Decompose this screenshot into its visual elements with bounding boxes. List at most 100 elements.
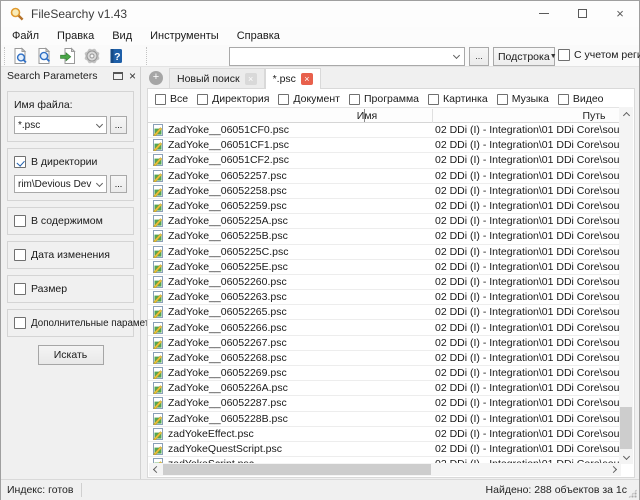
type-filter-checkbox[interactable]: [428, 94, 439, 105]
search-button[interactable]: Искать: [38, 345, 104, 365]
file-name: ZadYoke__06052258.psc: [168, 185, 287, 197]
vertical-scrollbar-thumb[interactable]: [620, 407, 632, 449]
menu-item-4[interactable]: Справка: [228, 28, 289, 44]
tab-close-icon[interactable]: ×: [301, 73, 313, 85]
table-row[interactable]: ZadYoke__06052267.psc 02 DDi (I) - Integ…: [148, 336, 620, 351]
menu-item-3[interactable]: Инструменты: [141, 28, 228, 44]
menu-item-1[interactable]: Правка: [48, 28, 103, 44]
horizontal-scrollbar-thumb[interactable]: [163, 464, 431, 475]
type-filter[interactable]: Видео: [558, 93, 604, 105]
panel-close-icon[interactable]: ×: [129, 71, 136, 81]
column-header-path[interactable]: Путь: [574, 110, 614, 122]
table-row[interactable]: ZadYoke__06051CF0.psc 02 DDi (I) - Integ…: [148, 123, 620, 138]
new-search-button[interactable]: [8, 46, 32, 66]
vertical-scrollbar[interactable]: [619, 107, 633, 464]
column-divider[interactable]: [432, 109, 433, 123]
table-header[interactable]: Имя Путь: [148, 107, 620, 123]
column-header-name[interactable]: Имя: [347, 110, 387, 122]
directory-dropdown-button[interactable]: [92, 176, 106, 193]
table-row[interactable]: ZadYoke__06052259.psc 02 DDi (I) - Integ…: [148, 199, 620, 214]
type-filter-checkbox[interactable]: [155, 94, 166, 105]
scroll-left-icon[interactable]: [149, 463, 162, 476]
table-row[interactable]: zadYokeQuestScript.psc 02 DDi (I) - Inte…: [148, 442, 620, 457]
maximize-button[interactable]: [563, 1, 601, 25]
table-row[interactable]: zadYokeEffect.psc 02 DDi (I) - Integrati…: [148, 427, 620, 442]
type-filter[interactable]: Программа: [349, 93, 419, 105]
script-file-icon: [152, 428, 164, 440]
in-content-checkbox[interactable]: [14, 215, 26, 227]
settings-button[interactable]: [80, 46, 104, 66]
table-row[interactable]: ZadYoke__06052258.psc 02 DDi (I) - Integ…: [148, 184, 620, 199]
help-button[interactable]: ?: [104, 46, 128, 66]
table-row[interactable]: ZadYoke__06052263.psc 02 DDi (I) - Integ…: [148, 290, 620, 305]
table-row[interactable]: ZadYoke__06052269.psc 02 DDi (I) - Integ…: [148, 366, 620, 381]
table-row[interactable]: ZadYoke__0605228B.psc 02 DDi (I) - Integ…: [148, 412, 620, 427]
table-row[interactable]: ZadYoke__06052268.psc 02 DDi (I) - Integ…: [148, 351, 620, 366]
close-button[interactable]: ×: [601, 1, 639, 25]
table-row[interactable]: ZadYoke__06052287.psc 02 DDi (I) - Integ…: [148, 396, 620, 411]
tab-close-icon[interactable]: ×: [245, 73, 257, 85]
type-filter[interactable]: Директория: [197, 93, 269, 105]
search-input[interactable]: [230, 49, 448, 64]
directory-combobox[interactable]: rim\Devious Devices SE 4.3: [14, 175, 107, 193]
scroll-down-icon[interactable]: [619, 450, 633, 464]
export-results-icon: [59, 47, 77, 65]
scroll-right-icon[interactable]: [608, 463, 621, 476]
table-row[interactable]: ZadYoke__0605225E.psc 02 DDi (I) - Integ…: [148, 260, 620, 275]
type-filter[interactable]: Картинка: [428, 93, 488, 105]
float-panel-icon[interactable]: [113, 72, 123, 80]
scroll-up-icon[interactable]: [619, 107, 633, 121]
script-file-icon: [152, 230, 164, 242]
table-row[interactable]: ZadYoke__0605225B.psc 02 DDi (I) - Integ…: [148, 229, 620, 244]
search-in-results-button[interactable]: [32, 46, 56, 66]
type-filter[interactable]: Документ: [278, 93, 340, 105]
type-filter[interactable]: Музыка: [497, 93, 549, 105]
table-row[interactable]: ZadYoke__0605226A.psc 02 DDi (I) - Integ…: [148, 381, 620, 396]
type-filter-checkbox[interactable]: [278, 94, 289, 105]
filename-combobox[interactable]: *.psc: [14, 116, 107, 134]
minimize-button[interactable]: [525, 1, 563, 25]
script-file-icon: [152, 276, 164, 288]
tab-psc[interactable]: *.psc ×: [265, 68, 321, 89]
type-filter-checkbox[interactable]: [558, 94, 569, 105]
horizontal-scrollbar[interactable]: [149, 463, 621, 476]
file-path: 02 DDi (I) - Integration\01 DDi Core\sou…: [432, 322, 620, 334]
file-name: ZadYoke__06052287.psc: [168, 397, 287, 409]
advanced-checkbox[interactable]: [14, 317, 26, 329]
match-mode-select[interactable]: Подстрока ▼: [493, 47, 555, 66]
file-name: ZadYoke__0605225C.psc: [168, 246, 288, 258]
table-row[interactable]: ZadYoke__0605225C.psc 02 DDi (I) - Integ…: [148, 245, 620, 260]
new-tab-button[interactable]: +: [149, 71, 163, 85]
script-file-icon: [152, 397, 164, 409]
filename-browse-button[interactable]: ...: [110, 116, 127, 134]
help-icon: ?: [107, 47, 125, 65]
menu-item-2[interactable]: Вид: [103, 28, 141, 44]
table-row[interactable]: ZadYoke__06051CF2.psc 02 DDi (I) - Integ…: [148, 153, 620, 168]
export-results-button[interactable]: [56, 46, 80, 66]
filename-dropdown-button[interactable]: [92, 117, 106, 134]
case-sensitive-checkbox[interactable]: [558, 49, 570, 61]
table-row[interactable]: ZadYoke__06052266.psc 02 DDi (I) - Integ…: [148, 320, 620, 335]
menu-item-0[interactable]: Файл: [3, 28, 48, 44]
type-filter-checkbox[interactable]: [349, 94, 360, 105]
type-filter-checkbox[interactable]: [197, 94, 208, 105]
in-directory-label: В директории: [31, 156, 97, 168]
file-path: 02 DDi (I) - Integration\01 DDi Core\sou…: [432, 382, 620, 394]
search-history-button[interactable]: ...: [469, 47, 489, 66]
search-dropdown-button[interactable]: [448, 48, 464, 65]
file-path: 02 DDi (I) - Integration\01 DDi Core\sou…: [432, 200, 620, 212]
statusbar-divider: [81, 483, 82, 497]
size-checkbox[interactable]: [14, 283, 26, 295]
table-row[interactable]: ZadYoke__06052257.psc 02 DDi (I) - Integ…: [148, 169, 620, 184]
type-filter[interactable]: Все: [155, 93, 188, 105]
table-row[interactable]: ZadYoke__06051CF1.psc 02 DDi (I) - Integ…: [148, 138, 620, 153]
results-list: ZadYoke__06051CF0.psc 02 DDi (I) - Integ…: [148, 123, 620, 464]
table-row[interactable]: ZadYoke__06052260.psc 02 DDi (I) - Integ…: [148, 275, 620, 290]
in-directory-checkbox[interactable]: [14, 156, 26, 168]
type-filter-checkbox[interactable]: [497, 94, 508, 105]
directory-browse-button[interactable]: ...: [110, 175, 127, 193]
table-row[interactable]: ZadYoke__06052265.psc 02 DDi (I) - Integ…: [148, 305, 620, 320]
tab-new-search[interactable]: Новый поиск ×: [169, 68, 265, 89]
table-row[interactable]: ZadYoke__0605225A.psc 02 DDi (I) - Integ…: [148, 214, 620, 229]
date-modified-checkbox[interactable]: [14, 249, 26, 261]
